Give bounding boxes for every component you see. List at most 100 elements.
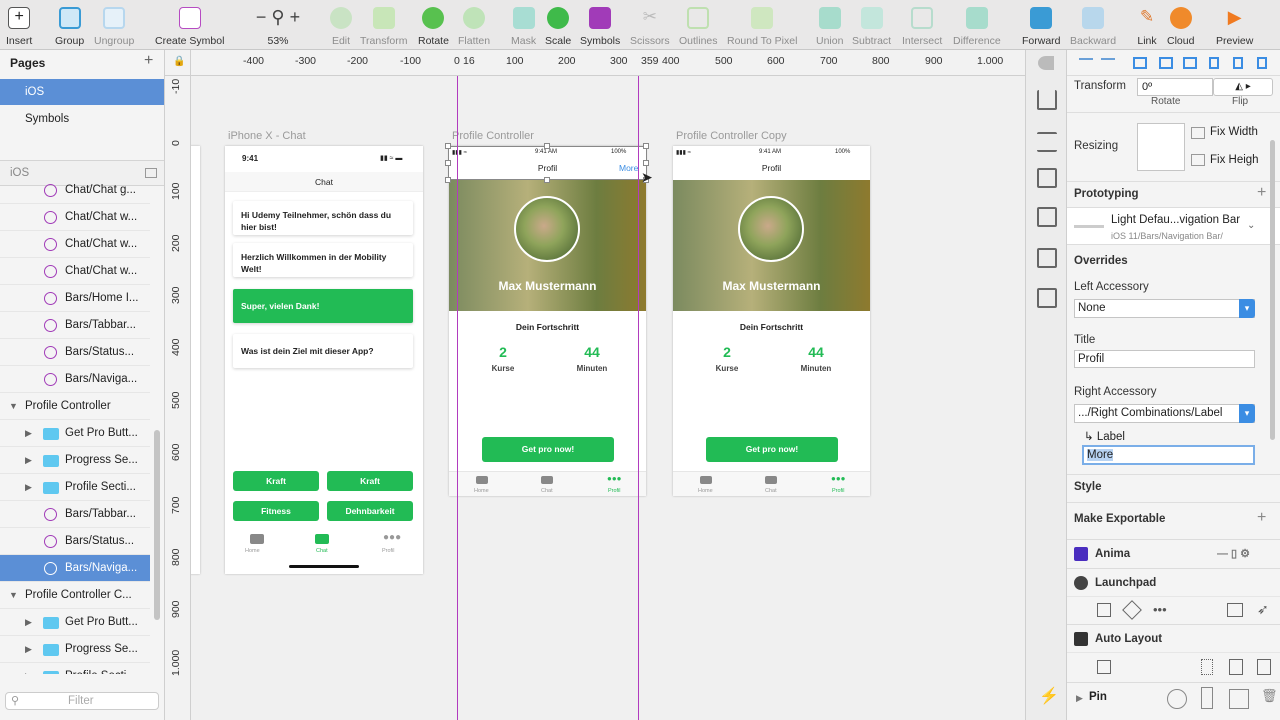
disclosure-icon[interactable]: ▶ — [25, 663, 32, 674]
get-pro-button[interactable]: Get pro now! — [706, 437, 838, 462]
home-icon[interactable] — [476, 476, 488, 484]
pin-icon[interactable] — [1229, 689, 1249, 709]
align-icon[interactable] — [1257, 57, 1267, 69]
export-icon[interactable] — [1037, 90, 1057, 110]
resize-icon[interactable] — [1037, 207, 1057, 227]
right-accessory-select[interactable]: .../Right Combinations/Label ▾ — [1074, 404, 1255, 423]
artboard-title[interactable]: Profile Controller Copy — [676, 130, 787, 142]
artboard-icon[interactable] — [1097, 660, 1111, 674]
cloud-button[interactable]: Cloud — [1167, 4, 1194, 48]
artboard-profile[interactable]: ▮▮▮ ≈ 9:41 AM 100% Profil More Max Muste… — [449, 146, 646, 496]
scissors-button[interactable]: ✂ Scissors — [630, 4, 670, 48]
layout-icon[interactable] — [1037, 132, 1057, 152]
disclosure-icon[interactable]: ▼ — [9, 393, 18, 419]
lightning-icon[interactable]: ⚡ — [1039, 686, 1059, 706]
layer-row[interactable]: Bars/Tabbar... — [0, 312, 150, 339]
align-icon[interactable] — [1233, 57, 1243, 69]
preview-button[interactable]: ▶ Preview — [1216, 4, 1253, 48]
chat-icon[interactable] — [765, 476, 777, 484]
transform-button[interactable]: Transform — [360, 4, 407, 48]
flip-control[interactable]: ◭ ▸ — [1213, 78, 1273, 96]
artboard-chat[interactable]: 9:41 ▮▮ ≈ ▬ Chat Hi Udemy Teilnehmer, sc… — [225, 146, 423, 574]
resize-handle[interactable] — [445, 160, 451, 166]
more-icon[interactable]: ••• — [1153, 602, 1167, 617]
create-symbol-button[interactable]: Create Symbol — [155, 4, 224, 48]
layer-row[interactable]: ▶ Progress Se... — [0, 447, 150, 474]
layer-row[interactable]: Chat/Chat w... — [0, 204, 150, 231]
chip-button[interactable]: Kraft — [233, 471, 319, 491]
horizontal-ruler[interactable]: 🔒 -400 -300 -200 -100 0 16 100 200 300 3… — [165, 50, 1025, 76]
trash-icon[interactable]: 🗑 — [1261, 688, 1278, 704]
add-icon[interactable]: + — [1257, 509, 1266, 527]
disclosure-icon[interactable]: ▶ — [25, 474, 32, 500]
profile-dots-icon[interactable]: ●●● — [831, 474, 846, 483]
layer-row[interactable]: Chat/Chat w... — [0, 258, 150, 285]
launchpad-plugin[interactable]: Launchpad — [1067, 568, 1280, 596]
outlines-button[interactable]: Outlines — [679, 4, 718, 48]
browser-icon[interactable] — [1227, 603, 1243, 617]
inspector-scrollbar[interactable] — [1270, 140, 1275, 440]
layer-row[interactable]: Bars/Status... — [0, 528, 150, 555]
layer-row[interactable]: Chat/Chat w... — [0, 231, 150, 258]
canvas[interactable]: iPhone X - Chat 9:41 ▮▮ ≈ ▬ Chat Hi Udem… — [191, 76, 1025, 720]
insert-button[interactable]: + Insert — [6, 4, 32, 48]
layer-row[interactable]: Bars/Home I... — [0, 285, 150, 312]
artboard-layer[interactable]: ▼ Profile Controller C... — [0, 582, 150, 609]
component-icon[interactable] — [1097, 603, 1111, 617]
align-icon[interactable] — [1183, 57, 1197, 69]
add-page-icon[interactable]: + — [144, 52, 153, 70]
filter-input[interactable]: ⚲ Filter — [5, 692, 159, 710]
label-input[interactable]: More — [1082, 445, 1255, 465]
artboard-title[interactable]: iPhone X - Chat — [228, 130, 306, 142]
chip-button[interactable]: Dehnbarkeit — [327, 501, 413, 521]
disclosure-icon[interactable]: ▶ — [25, 447, 32, 473]
shape-icon[interactable] — [1038, 56, 1054, 70]
artboard-title[interactable]: Profile Controller — [452, 130, 534, 142]
auto-layout-plugin[interactable]: Auto Layout — [1067, 624, 1280, 652]
layer-row[interactable]: ▶ Get Pro Butt... — [0, 609, 150, 636]
resize-handle[interactable] — [445, 177, 451, 183]
layer-row[interactable]: Bars/Naviga... — [0, 366, 150, 393]
layers-scrollbar[interactable] — [154, 430, 160, 620]
page-item-symbols[interactable]: Symbols — [0, 106, 164, 132]
scale-button[interactable]: Scale — [545, 4, 571, 48]
layer-row[interactable]: ▶ Get Pro Butt... — [0, 420, 150, 447]
device-icon[interactable] — [1229, 659, 1243, 675]
fix-height-checkbox[interactable] — [1191, 154, 1205, 166]
layer-row[interactable]: Chat/Chat g... — [0, 177, 150, 204]
difference-button[interactable]: Difference — [953, 4, 1001, 48]
left-accessory-select[interactable]: None ▾ — [1074, 299, 1255, 318]
resize-handle[interactable] — [445, 143, 451, 149]
chat-icon[interactable] — [541, 476, 553, 484]
layer-row[interactable]: Bars/Naviga... — [0, 555, 150, 582]
eyedropper-icon[interactable] — [1037, 248, 1057, 268]
union-button[interactable]: Union — [816, 4, 843, 48]
resize-handle[interactable] — [643, 160, 649, 166]
artboard-profile-copy[interactable]: ▮▮▮ ≈ 9:41 AM 100% Profil Max Mustermann… — [673, 146, 870, 496]
pin-icon[interactable] — [1167, 689, 1187, 709]
edit-button[interactable]: Edit — [330, 4, 352, 48]
disclosure-icon[interactable]: ▼ — [9, 582, 18, 608]
layer-row[interactable]: ▶ Profile Secti... — [0, 663, 150, 674]
add-icon[interactable]: + — [1257, 184, 1266, 202]
symbol-selector[interactable]: Light Defau...vigation Bar iOS 11/Bars/N… — [1067, 207, 1280, 245]
chip-button[interactable]: Kraft — [327, 471, 413, 491]
pin-icon[interactable] — [1201, 687, 1213, 709]
resize-handle[interactable] — [544, 143, 550, 149]
profile-dots-icon[interactable]: ●●● — [607, 474, 622, 483]
subtract-button[interactable]: Subtract — [852, 4, 891, 48]
resizing-widget[interactable] — [1137, 123, 1185, 171]
partial-artboard[interactable] — [191, 146, 200, 574]
mask-button[interactable]: Mask — [511, 4, 536, 48]
image-add-icon[interactable] — [1037, 288, 1057, 308]
symbols-button[interactable]: Symbols — [580, 4, 620, 48]
intersect-button[interactable]: Intersect — [902, 4, 942, 48]
artboard-layer[interactable]: ▼ Profile Controller — [0, 393, 150, 420]
device-icon[interactable] — [1257, 659, 1271, 675]
disclosure-icon[interactable]: ▶ — [25, 609, 32, 635]
fix-width-checkbox[interactable] — [1191, 127, 1205, 139]
pin-section[interactable]: ▶ Pin 🗑 — [1067, 682, 1280, 718]
group-button[interactable]: Group — [55, 4, 84, 48]
home-icon[interactable] — [250, 534, 264, 544]
vertical-ruler[interactable]: -10 0 100 200 300 400 500 600 700 800 90… — [165, 76, 191, 720]
